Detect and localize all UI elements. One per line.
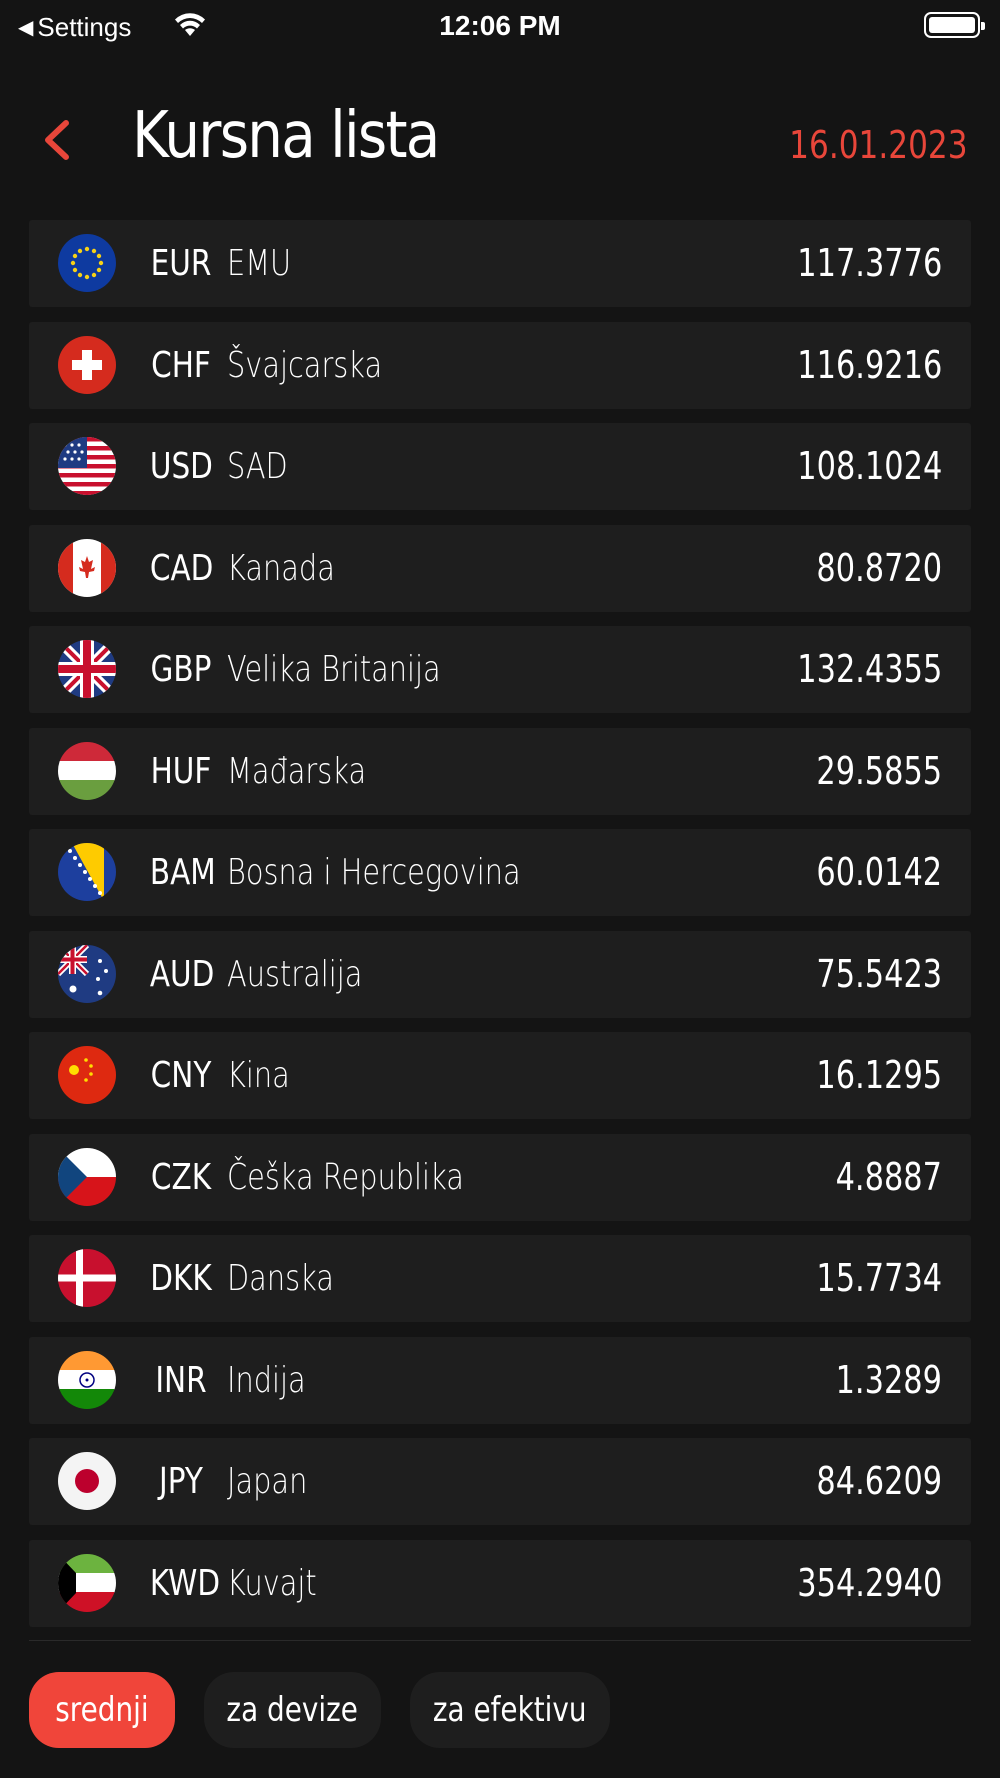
exchange-rate-value: 16.1295: [816, 1053, 942, 1097]
country-name: Australija: [227, 953, 363, 995]
page-title: Kursna lista: [132, 99, 440, 173]
country-name: Češka Republika: [227, 1156, 464, 1198]
country-name: Kanada: [227, 547, 335, 589]
exchange-rate-value: 4.8887: [835, 1154, 942, 1199]
tab-za-devize[interactable]: za devize: [204, 1672, 381, 1748]
exchange-rate-value: 29.5855: [816, 748, 942, 793]
header: Kursna lista 16.01.2023: [0, 95, 1000, 185]
exchange-rate-value: 60.0142: [816, 850, 942, 894]
exchange-rate-value: 108.1024: [796, 444, 942, 488]
currency-code: CNY: [150, 1055, 212, 1096]
japan-flag-icon: [58, 1452, 116, 1510]
currency-code: CZK: [150, 1156, 212, 1198]
country-name: Indija: [227, 1359, 306, 1401]
country-name: Kuvajt: [227, 1562, 317, 1604]
rates-date[interactable]: 16.01.2023: [790, 123, 968, 167]
rate-row-usd[interactable]: USD SAD 108.1024: [29, 423, 971, 510]
australia-flag-icon: [58, 944, 116, 1003]
rate-row-czk[interactable]: CZK Češka Republika 4.8887: [29, 1133, 971, 1221]
rate-row-eur[interactable]: EUR EMU 117.3776: [29, 220, 971, 307]
exchange-rate-list: EUR EMU 117.3776 CHF Švajcarska 116.9216: [29, 220, 971, 1641]
rate-row-jpy[interactable]: JPY Japan 84.6209: [29, 1438, 971, 1525]
country-name: Mađarska: [227, 750, 367, 792]
rate-row-cny[interactable]: CNY Kina 16.1295: [29, 1032, 971, 1119]
country-name: Japan: [227, 1461, 308, 1502]
country-name: Švajcarska: [227, 344, 383, 386]
currency-code: GBP: [150, 649, 212, 690]
exchange-rate-value: 132.4355: [796, 647, 942, 691]
rate-row-inr[interactable]: INR Indija 1.3289: [29, 1336, 971, 1424]
country-name: SAD: [227, 446, 288, 487]
rate-row-kwd[interactable]: KWD Kuvajt 354.2940: [29, 1539, 971, 1627]
back-chevron-icon[interactable]: [38, 115, 78, 165]
currency-code: AUD: [149, 953, 215, 995]
exchange-rate-value: 117.3776: [796, 241, 942, 285]
exchange-rate-value: 116.9216: [796, 342, 942, 387]
uk-flag-icon: [58, 640, 116, 698]
currency-code: HUF: [150, 750, 212, 792]
currency-code: INR: [155, 1359, 207, 1401]
rate-row-huf[interactable]: HUF Mađarska 29.5855: [29, 727, 971, 815]
czech-flag-icon: [58, 1147, 116, 1206]
currency-code: USD: [149, 446, 213, 487]
rate-row-gbp[interactable]: GBP Velika Britanija 132.4355: [29, 626, 971, 713]
currency-code: KWD: [149, 1562, 221, 1604]
currency-code: CAD: [149, 547, 214, 589]
switzerland-flag-icon: [58, 335, 116, 394]
exchange-rate-value: 1.3289: [835, 1357, 942, 1402]
country-name: EMU: [227, 243, 292, 284]
currency-code: JPY: [159, 1461, 203, 1502]
tab-srednji[interactable]: srednji: [29, 1672, 175, 1748]
rate-row-chf[interactable]: CHF Švajcarska 116.9216: [29, 321, 971, 409]
currency-code: CHF: [151, 344, 211, 386]
country-name: Danska: [227, 1258, 334, 1299]
country-name: Velika Britanija: [227, 649, 441, 690]
currency-code: DKK: [150, 1258, 212, 1299]
denmark-flag-icon: [58, 1249, 116, 1307]
kuwait-flag-icon: [58, 1553, 116, 1612]
exchange-rate-value: 15.7734: [816, 1256, 942, 1300]
exchange-rate-value: 84.6209: [816, 1459, 942, 1503]
exchange-rate-value: 75.5423: [816, 951, 942, 996]
exchange-rate-value: 80.8720: [816, 545, 942, 590]
canada-flag-icon: [58, 538, 116, 597]
tab-label: srednji: [55, 1690, 149, 1730]
eu-flag-icon: [58, 234, 116, 292]
country-name: Kina: [227, 1055, 290, 1096]
status-bar: ◀ Settings 12:06 PM: [0, 0, 1000, 50]
tab-label: za efektivu: [433, 1690, 587, 1730]
rate-row-bam[interactable]: BAM Bosna i Hercegovina 60.0142: [29, 829, 971, 916]
china-flag-icon: [58, 1046, 116, 1104]
usa-flag-icon: [58, 437, 116, 495]
rate-row-cad[interactable]: CAD Kanada 80.8720: [29, 524, 971, 612]
rate-row-dkk[interactable]: DKK Danska 15.7734: [29, 1235, 971, 1322]
currency-code: EUR: [150, 243, 212, 284]
exchange-rate-value: 354.2940: [796, 1560, 942, 1605]
list-divider: [29, 1640, 971, 1641]
hungary-flag-icon: [58, 741, 116, 800]
india-flag-icon: [58, 1350, 116, 1409]
battery-icon: [924, 12, 985, 38]
rate-row-aud[interactable]: AUD Australija 75.5423: [29, 930, 971, 1018]
tab-label: za devize: [226, 1690, 359, 1730]
status-time: 12:06 PM: [439, 10, 561, 41]
currency-code: BAM: [149, 852, 216, 893]
rate-type-selector: srednji za devize za efektivu: [29, 1672, 610, 1748]
bosnia-flag-icon: [58, 843, 116, 901]
country-name: Bosna i Hercegovina: [227, 852, 521, 893]
tab-za-efektivu[interactable]: za efektivu: [410, 1672, 610, 1748]
